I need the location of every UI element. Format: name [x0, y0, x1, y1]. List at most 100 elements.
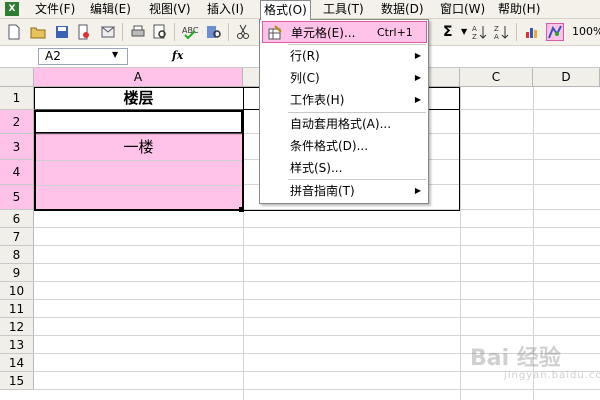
- menu-tools[interactable]: 工具(T): [320, 0, 367, 19]
- gridline: [35, 185, 242, 186]
- menu-item-label: 列(C): [290, 71, 320, 85]
- column-header-c[interactable]: C: [460, 68, 533, 87]
- toolbar-separator: [516, 23, 517, 41]
- menu-item-conditional-formatting[interactable]: 条件格式(D)...: [262, 135, 427, 157]
- row-header-1[interactable]: 1: [0, 87, 34, 110]
- menu-item-shortcut: Ctrl+1: [377, 26, 413, 39]
- save-icon[interactable]: [54, 24, 70, 40]
- drawing-icon[interactable]: [546, 23, 564, 41]
- menu-item-label: 条件格式(D)...: [290, 139, 369, 153]
- row-header-10[interactable]: 10: [0, 282, 34, 300]
- gridline: [34, 245, 600, 246]
- svg-text:A: A: [472, 25, 477, 33]
- print-preview-icon[interactable]: [152, 24, 168, 40]
- toolbar-separator: [174, 23, 175, 41]
- gridline: [34, 335, 600, 336]
- new-document-icon[interactable]: [6, 24, 22, 40]
- row-header-8[interactable]: 8: [0, 246, 34, 264]
- cell-a2-active[interactable]: [34, 109, 243, 134]
- merged-range-a3-a5[interactable]: 一楼: [35, 134, 242, 210]
- print-icon[interactable]: [130, 24, 146, 40]
- menu-item-cells[interactable]: 单元格(E)... Ctrl+1: [262, 21, 427, 43]
- fill-handle[interactable]: [239, 207, 244, 212]
- gridline: [34, 227, 600, 228]
- menu-item-row[interactable]: 行(R) ▶: [262, 45, 427, 67]
- row-header-12[interactable]: 12: [0, 318, 34, 336]
- menu-item-sheet[interactable]: 工作表(H) ▶: [262, 89, 427, 111]
- select-all-corner[interactable]: [0, 68, 34, 87]
- cut-icon[interactable]: [235, 24, 251, 40]
- row-header-5[interactable]: 5: [0, 185, 34, 210]
- autosum-icon[interactable]: Σ: [443, 24, 453, 40]
- row-header-15[interactable]: 15: [0, 372, 34, 390]
- toolbar-separator: [228, 23, 229, 41]
- zoom-level[interactable]: 100%: [572, 24, 600, 40]
- menu-item-label: 样式(S)...: [290, 161, 343, 175]
- permission-icon[interactable]: [76, 24, 92, 40]
- excel-app-icon[interactable]: X: [5, 2, 19, 16]
- menu-insert[interactable]: 插入(I): [204, 0, 247, 19]
- research-icon[interactable]: [206, 24, 222, 40]
- format-cells-icon: [268, 25, 282, 40]
- gridline: [34, 299, 600, 300]
- row-header-4[interactable]: 4: [0, 160, 34, 185]
- menu-format[interactable]: 格式(O): [260, 0, 311, 20]
- menu-item-label: 行(R): [290, 49, 320, 63]
- menu-item-column[interactable]: 列(C) ▶: [262, 67, 427, 89]
- svg-text:ABC: ABC: [182, 26, 198, 35]
- row-header-13[interactable]: 13: [0, 336, 34, 354]
- menu-window[interactable]: 窗口(W): [437, 0, 488, 19]
- sort-ascending-icon[interactable]: AZ: [472, 24, 488, 40]
- menu-file[interactable]: 文件(F): [32, 0, 78, 19]
- table-border: [243, 87, 244, 211]
- menu-item-label: 自动套用格式(A)...: [290, 117, 392, 131]
- menu-item-phonetic-guide[interactable]: 拼音指南(T) ▶: [262, 180, 427, 202]
- spelling-check-icon[interactable]: ABC: [182, 24, 198, 40]
- chart-wizard-icon[interactable]: [524, 24, 540, 40]
- column-header-d[interactable]: D: [533, 68, 600, 87]
- autosum-dropdown-icon[interactable]: ▼: [461, 24, 467, 40]
- gridline: [34, 281, 600, 282]
- open-folder-icon[interactable]: [30, 24, 46, 40]
- email-icon[interactable]: [100, 24, 116, 40]
- submenu-arrow-icon: ▶: [414, 186, 421, 195]
- gridline: [34, 317, 600, 318]
- name-box-dropdown-icon[interactable]: ▼: [112, 47, 118, 62]
- submenu-arrow-icon: ▶: [414, 51, 421, 60]
- svg-text:Z: Z: [472, 33, 477, 40]
- watermark-text: Bai 经验: [470, 346, 561, 371]
- row-header-7[interactable]: 7: [0, 228, 34, 246]
- watermark-url: jingyan.baidu.com: [504, 370, 600, 381]
- sort-descending-icon[interactable]: ZA: [494, 24, 510, 40]
- menu-item-autoformat[interactable]: 自动套用格式(A)...: [262, 113, 427, 135]
- insert-function-icon[interactable]: fx: [172, 49, 183, 62]
- menu-item-style[interactable]: 样式(S)...: [262, 157, 427, 179]
- submenu-arrow-icon: ▶: [414, 73, 421, 82]
- gridline: [460, 87, 461, 400]
- column-header-a[interactable]: A: [34, 68, 243, 87]
- submenu-arrow-icon: ▶: [414, 95, 421, 104]
- menu-item-label: 单元格(E)...: [291, 26, 356, 40]
- cell-a1[interactable]: 楼层: [35, 88, 242, 109]
- gridline: [34, 263, 600, 264]
- menu-data[interactable]: 数据(D): [378, 0, 427, 19]
- menu-bar: X 文件(F) 编辑(E) 视图(V) 插入(I) 格式(O) 工具(T) 数据…: [0, 0, 600, 20]
- svg-text:Z: Z: [494, 25, 499, 33]
- row-header-14[interactable]: 14: [0, 354, 34, 372]
- toolbar-separator: [122, 23, 123, 41]
- menu-edit[interactable]: 编辑(E): [87, 0, 134, 19]
- cell-a3: 一楼: [123, 138, 154, 156]
- gridline: [34, 389, 600, 390]
- menu-item-label: 拼音指南(T): [290, 184, 355, 198]
- gridline: [35, 160, 242, 161]
- row-header-6[interactable]: 6: [0, 210, 34, 228]
- baidu-watermark: Bai 经验 jingyan.baidu.com: [470, 340, 600, 386]
- row-header-2[interactable]: 2: [0, 110, 34, 134]
- menu-help[interactable]: 帮助(H): [495, 0, 543, 19]
- row-header-3[interactable]: 3: [0, 134, 34, 160]
- row-header-11[interactable]: 11: [0, 300, 34, 318]
- row-header-9[interactable]: 9: [0, 264, 34, 282]
- menu-view[interactable]: 视图(V): [146, 0, 194, 19]
- format-menu: 单元格(E)... Ctrl+1 行(R) ▶ 列(C) ▶ 工作表(H) ▶ …: [259, 19, 429, 204]
- menu-item-label: 工作表(H): [290, 93, 345, 107]
